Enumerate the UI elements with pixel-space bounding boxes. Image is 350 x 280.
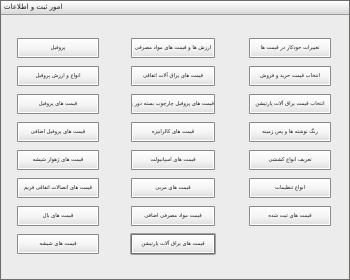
extra-consumables-prices-button[interactable]: قیمت مواد مصرفی اضافی <box>131 206 215 226</box>
define-sliding-types-button[interactable]: تعریف انواع کششی <box>249 150 331 170</box>
profile-button[interactable]: پروفیل <box>17 38 99 58</box>
partition-hardware-price-select-button[interactable]: انتخاب قیمت یراق آلات پارتیشن <box>249 94 331 114</box>
hardware-prices-button[interactable]: قیمت های یراق آلات اتفاقی <box>131 66 215 86</box>
profile-prices-button[interactable]: قیمت های پروفیل <box>17 94 99 114</box>
frame-profile-prices-button[interactable]: قیمت های پروفیل چارچوب بسته دور پنجره <box>131 94 215 114</box>
registered-prices-button[interactable]: قیمت های ثبت شده <box>249 206 331 226</box>
window-title: امور ثبت و اطلاعات <box>4 3 63 11</box>
glass-bead-prices-button[interactable]: قیمت های ژهوار شیشه <box>17 150 99 170</box>
reinforcement-prices-button[interactable]: قیمت های مربی <box>131 178 215 198</box>
button-panel: پروفیل انواع و ارزش پروفیل قیمت های پروف… <box>2 15 348 279</box>
espagnolette-prices-button[interactable]: قیمت های اسپانیولت <box>131 150 215 170</box>
galvanized-prices-button[interactable]: قیمت های کالرانیزه <box>131 122 215 142</box>
app-window: امور ثبت و اطلاعات پروفیل انواع و ارزش پ… <box>0 0 350 280</box>
settings-types-button[interactable]: انواع تنظیمات <box>249 178 331 198</box>
consumables-prices-button[interactable]: ارزش ها و قیمت های مواد مصرفی <box>131 38 215 58</box>
auto-price-changes-button[interactable]: تغییرات خودکار در قیمت ها <box>249 38 331 58</box>
glass-prices-button[interactable]: قیمت های شیشه <box>17 234 99 254</box>
partition-hardware-prices-button[interactable]: قیمت های یراق آلات پارتیشن <box>131 234 215 254</box>
frame-joint-prices-button[interactable]: قیمت های اتصالات اتفاقی فریم <box>17 178 99 198</box>
sash-prices-button[interactable]: قیمت های بال <box>17 206 99 226</box>
buy-sell-price-select-button[interactable]: انتخاب قیمت خرید و فروش <box>249 66 331 86</box>
title-bar: امور ثبت و اطلاعات <box>1 1 349 15</box>
extra-profile-prices-button[interactable]: قیمت های پروفیل اضافی <box>17 122 99 142</box>
text-background-color-button[interactable]: رنگ نوشته ها و پس زمینه <box>249 122 331 142</box>
profile-types-button[interactable]: انواع و ارزش پروفیل <box>17 66 99 86</box>
